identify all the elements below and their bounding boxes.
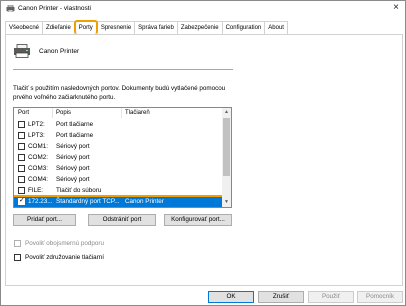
- port-name: LPT2:: [28, 121, 45, 128]
- column-separator[interactable]: [121, 108, 122, 118]
- pooling-label[interactable]: Povoliť združovanie tlačiarní: [25, 254, 104, 261]
- port-name: COM3:: [28, 165, 48, 172]
- column-header-port[interactable]: Port: [18, 110, 29, 116]
- port-checkbox[interactable]: [18, 143, 25, 150]
- port-description: Sériový port: [56, 176, 90, 183]
- port-checkbox[interactable]: [18, 165, 25, 172]
- port-checkbox-checked[interactable]: [18, 196, 25, 205]
- column-separator[interactable]: [52, 108, 53, 118]
- port-row[interactable]: LPT2: Port tlačiarne: [14, 120, 222, 130]
- port-row[interactable]: COM4: Sériový port: [14, 175, 222, 185]
- add-port-button[interactable]: Pridať port...: [13, 214, 76, 226]
- port-list-header: Port Popis Tlačiareň: [14, 108, 222, 118]
- port-checkbox[interactable]: [18, 132, 25, 139]
- cancel-button[interactable]: Zrušiť: [258, 291, 304, 303]
- port-row[interactable]: COM3: Sériový port: [14, 164, 222, 174]
- port-name: FILE:: [28, 187, 44, 194]
- tab-color-management[interactable]: Správa farieb: [134, 21, 178, 34]
- scroll-down-icon[interactable]: ▼: [222, 198, 231, 207]
- tab-advanced[interactable]: Spresnenie: [96, 21, 136, 34]
- port-checkbox[interactable]: [18, 121, 25, 128]
- close-icon[interactable]: ×: [393, 3, 399, 13]
- ok-button[interactable]: OK: [208, 291, 254, 303]
- ports-description: Tlačiť s použitím nasledovných portov. D…: [13, 85, 226, 101]
- port-printer: Canon Printer: [125, 198, 164, 205]
- port-description: Sériový port: [56, 154, 90, 161]
- column-header-description[interactable]: Popis: [56, 110, 71, 116]
- port-description: Štandardný port TCP...: [56, 198, 120, 205]
- port-description: Port tlačiarne: [56, 121, 94, 128]
- divider: [13, 69, 233, 70]
- port-name: COM1:: [28, 143, 48, 150]
- tab-configuration[interactable]: Configuration: [221, 21, 266, 34]
- scroll-up-icon[interactable]: ▲: [222, 108, 231, 117]
- help-button: Pomocník: [357, 291, 403, 303]
- pooling-checkbox[interactable]: [14, 254, 21, 261]
- port-checkbox[interactable]: [18, 187, 25, 194]
- printer-app-icon: [6, 5, 15, 12]
- tab-strip: Všeobecné Zdieľanie Porty Spresnenie Spr…: [5, 20, 288, 34]
- port-name: COM2:: [28, 154, 48, 161]
- port-checkbox[interactable]: [18, 154, 25, 161]
- port-list-scrollbar[interactable]: ▲ ▼: [222, 108, 231, 207]
- port-description: Tlačiť do súboru: [56, 187, 102, 194]
- printer-icon: [14, 44, 30, 58]
- window-title: Canon Printer - vlastnosti: [18, 5, 91, 12]
- tab-about[interactable]: About: [264, 21, 288, 34]
- port-row-selected[interactable]: 172.23... Štandardný port TCP... Canon P…: [14, 195, 224, 207]
- port-row[interactable]: COM1: Sériový port: [14, 142, 222, 152]
- port-description: Sériový port: [56, 143, 90, 150]
- port-checkbox[interactable]: [18, 176, 25, 183]
- scroll-thumb[interactable]: [223, 118, 230, 176]
- bidirectional-checkbox: [14, 240, 21, 247]
- port-description: Port tlačiarne: [56, 132, 94, 139]
- tab-security[interactable]: Zabezpečenie: [176, 21, 223, 34]
- delete-port-button[interactable]: Odstrániť port: [88, 214, 156, 226]
- bidirectional-label: Povoliť obojsmernú podporu: [25, 240, 105, 247]
- column-header-printer[interactable]: Tlačiareň: [125, 110, 150, 116]
- tab-general[interactable]: Všeobecné: [5, 21, 44, 34]
- port-name: COM4:: [28, 176, 48, 183]
- port-row[interactable]: LPT3: Port tlačiarne: [14, 131, 222, 141]
- printer-name: Canon Printer: [39, 48, 80, 55]
- configure-port-button[interactable]: Konfigurovať port...: [164, 214, 232, 226]
- properties-dialog: Canon Printer - vlastnosti × Všeobecné Z…: [0, 0, 406, 306]
- title-bar: Canon Printer - vlastnosti ×: [1, 1, 405, 17]
- apply-button: Použiť: [308, 291, 354, 303]
- port-row[interactable]: COM2: Sériový port: [14, 153, 222, 163]
- port-row[interactable]: FILE: Tlačiť do súboru: [14, 186, 222, 196]
- tab-sharing[interactable]: Zdieľanie: [42, 21, 75, 34]
- port-name: LPT3:: [28, 132, 45, 139]
- port-name: 172.23...: [28, 198, 53, 205]
- port-description: Sériový port: [56, 165, 90, 172]
- tab-ports[interactable]: Porty: [73, 20, 98, 34]
- port-list[interactable]: Port Popis Tlačiareň LPT2: Port tlačiarn…: [13, 107, 232, 208]
